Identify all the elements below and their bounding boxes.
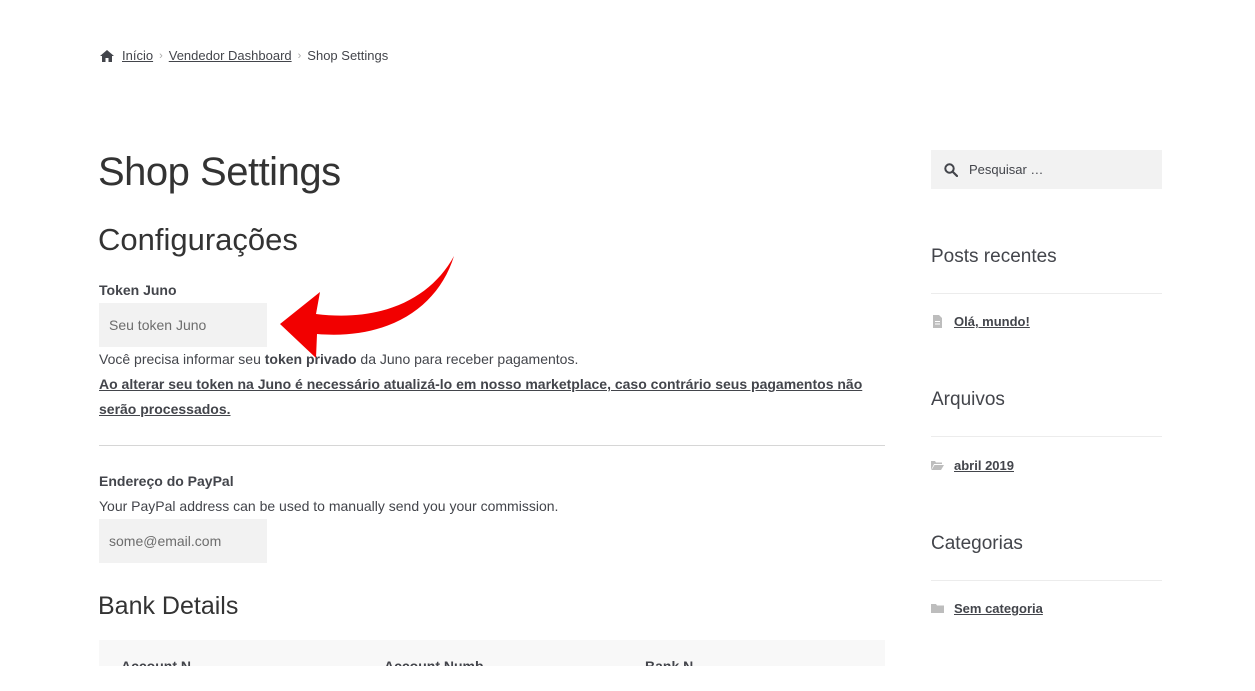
category-link[interactable]: Sem categoria <box>954 601 1043 616</box>
folder-open-icon <box>931 461 944 470</box>
widget-divider <box>931 580 1162 581</box>
sidebar-search[interactable] <box>931 150 1162 189</box>
recent-posts-title: Posts recentes <box>931 246 1057 267</box>
paypal-email-input[interactable] <box>99 519 267 563</box>
widget-divider <box>931 436 1162 437</box>
bank-details-title: Bank Details <box>98 592 239 620</box>
breadcrumb-separator: › <box>297 49 302 62</box>
token-juno-input[interactable] <box>99 303 267 347</box>
folder-icon <box>931 604 944 613</box>
archive-link[interactable]: abril 2019 <box>954 458 1014 473</box>
config-section-title: Configurações <box>98 222 298 257</box>
token-help-text: Você precisa informar seu token privado … <box>99 347 889 372</box>
archive-item: abril 2019 <box>931 458 1014 473</box>
search-input[interactable] <box>967 161 1147 178</box>
bank-col-account-name: Account N <box>121 658 191 666</box>
breadcrumb-separator: › <box>159 49 163 62</box>
category-item: Sem categoria <box>931 601 1043 616</box>
bank-col-account-number: Account Numb <box>384 658 484 666</box>
token-warning-text: Ao alterar seu token na Juno é necessári… <box>99 376 863 417</box>
page-title: Shop Settings <box>98 150 341 194</box>
section-divider <box>99 445 885 446</box>
recent-post-link[interactable]: Olá, mundo! <box>954 314 1030 329</box>
bank-details-table: Account N Account Numb Bank N <box>99 640 885 666</box>
home-icon <box>100 49 114 62</box>
paypal-label: Endereço do PayPal <box>99 473 234 489</box>
breadcrumb: Início › Vendedor Dashboard › Shop Setti… <box>99 48 388 63</box>
token-juno-label: Token Juno <box>99 282 177 298</box>
document-icon <box>933 315 942 328</box>
widget-divider <box>931 293 1162 294</box>
search-icon <box>944 162 958 177</box>
archives-title: Arquivos <box>931 389 1005 410</box>
breadcrumb-dashboard-link[interactable]: Vendedor Dashboard <box>169 48 292 63</box>
paypal-help-text: Your PayPal address can be used to manua… <box>99 498 559 514</box>
breadcrumb-home-link[interactable]: Início <box>122 48 153 63</box>
breadcrumb-current: Shop Settings <box>307 48 389 63</box>
bank-col-bank-name: Bank N <box>645 658 694 666</box>
token-help-part1: Você precisa informar seu <box>99 351 265 367</box>
recent-post-item: Olá, mundo! <box>931 314 1030 329</box>
categories-title: Categorias <box>931 533 1023 554</box>
red-arrow-annotation <box>280 256 454 358</box>
